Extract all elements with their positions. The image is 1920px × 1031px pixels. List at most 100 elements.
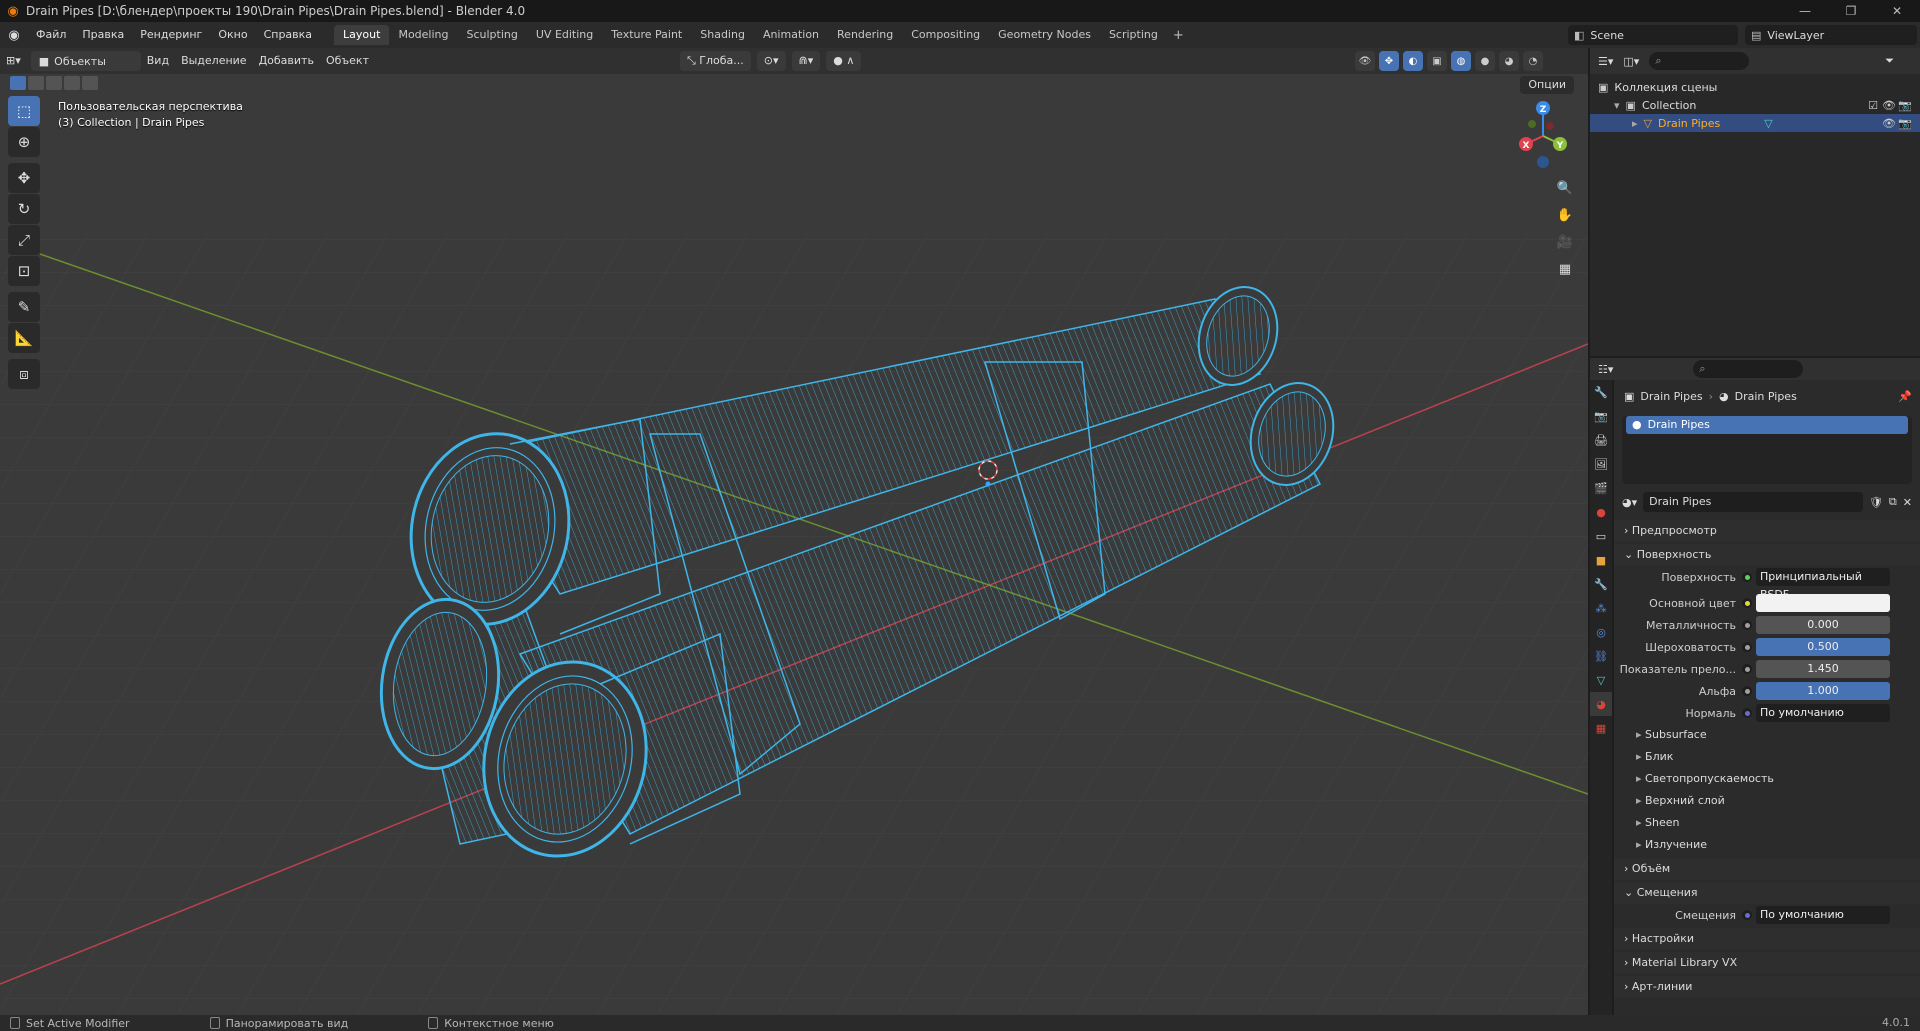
menu-object[interactable]: Объект	[320, 51, 375, 71]
tab-compositing[interactable]: Compositing	[902, 25, 989, 45]
pin-icon[interactable]: 📌	[1898, 390, 1912, 403]
tab-texture-paint[interactable]: Texture Paint	[602, 25, 691, 45]
socket-icon[interactable]	[1742, 708, 1752, 718]
select-invert-icon[interactable]	[64, 76, 80, 90]
outliner-object-drain-pipes[interactable]: ▸ ▽ Drain Pipes ▽ 👁 📷	[1590, 114, 1920, 132]
close-icon[interactable]: ✕	[1874, 0, 1920, 22]
select-new-icon[interactable]	[10, 76, 26, 90]
pan-hand-icon[interactable]: ✋	[1553, 203, 1577, 227]
material-shading-icon[interactable]: ◕	[1499, 51, 1519, 71]
render-camera-icon[interactable]: 📷	[1898, 99, 1912, 112]
material-slot[interactable]: ● Drain Pipes	[1626, 416, 1908, 434]
menu-edit[interactable]: Правка	[74, 22, 132, 48]
prop-value[interactable]: По умолчанию	[1756, 704, 1890, 722]
zoom-icon[interactable]: 🔍	[1553, 176, 1577, 200]
select-extend-icon[interactable]	[28, 76, 44, 90]
transform-icon[interactable]: ⊡	[8, 256, 40, 286]
object-tab-icon[interactable]: ■	[1590, 548, 1612, 572]
properties-editor-icon[interactable]: ☷▾	[1598, 363, 1613, 376]
panel-lineart[interactable]: › Арт-линии	[1614, 976, 1920, 998]
panel-settings[interactable]: › Настройки	[1614, 928, 1920, 950]
eye-icon[interactable]: 👁	[1882, 99, 1896, 112]
world-tab-icon[interactable]: ●	[1590, 500, 1612, 524]
modifier-tab-icon[interactable]: 🔧	[1590, 572, 1612, 596]
select-subtract-icon[interactable]	[46, 76, 62, 90]
menu-help[interactable]: Справка	[256, 22, 320, 48]
socket-icon[interactable]	[1742, 642, 1752, 652]
menu-add[interactable]: Добавить	[253, 51, 320, 71]
subpanel-item[interactable]: Светопропускаемость	[1614, 768, 1920, 790]
outliner-collection[interactable]: ▾ ▣ Collection ☑ 👁 📷	[1590, 96, 1920, 114]
displacement-value[interactable]: По умолчанию	[1756, 906, 1890, 924]
prop-value[interactable]: 1.450	[1756, 660, 1890, 678]
duplicate-icon[interactable]: ⧉	[1889, 495, 1897, 509]
overlay-toggle-icon[interactable]: ◐	[1403, 51, 1423, 71]
tab-animation[interactable]: Animation	[754, 25, 828, 45]
subpanel-item[interactable]: Subsurface	[1614, 724, 1920, 746]
prop-value[interactable]: 0.000	[1756, 616, 1890, 634]
blender-menu-icon[interactable]: ◉	[0, 28, 28, 43]
filter-icon[interactable]: ⏷	[1885, 54, 1894, 68]
fake-user-icon[interactable]: 🛡	[1869, 496, 1883, 509]
material-slot-list[interactable]: ● Drain Pipes	[1622, 416, 1912, 484]
physics-tab-icon[interactable]: ◎	[1590, 620, 1612, 644]
scene-tab-icon[interactable]: 🎬	[1590, 476, 1612, 500]
tab-scripting[interactable]: Scripting	[1100, 25, 1167, 45]
tab-uv-editing[interactable]: UV Editing	[527, 25, 602, 45]
subpanel-item[interactable]: Излучение	[1614, 834, 1920, 856]
prop-value[interactable]	[1756, 594, 1890, 612]
scene-selector[interactable]: ◧ Scene	[1568, 25, 1738, 45]
socket-icon[interactable]	[1742, 598, 1752, 608]
subpanel-item[interactable]: Sheen	[1614, 812, 1920, 834]
data-tab-icon[interactable]: ▽	[1590, 668, 1612, 692]
menu-file[interactable]: Файл	[28, 22, 74, 48]
wireframe-shading-icon[interactable]: ◍	[1451, 51, 1471, 71]
xray-icon[interactable]: ▣	[1427, 51, 1447, 71]
tab-sculpting[interactable]: Sculpting	[458, 25, 527, 45]
menu-select[interactable]: Выделение	[175, 51, 253, 71]
snap-icon[interactable]: ⋒▾	[791, 51, 821, 71]
expand-arrow-icon[interactable]: ▸	[1632, 117, 1638, 130]
navigation-gizmo[interactable]: Z Y X	[1508, 96, 1578, 176]
socket-icon[interactable]	[1742, 910, 1752, 920]
minimize-icon[interactable]: —	[1782, 0, 1828, 22]
collection-tab-icon[interactable]: ▭	[1590, 524, 1612, 548]
socket-icon[interactable]	[1742, 572, 1752, 582]
interaction-mode-select[interactable]: ■ Объекты	[30, 51, 141, 71]
panel-material-library[interactable]: › Material Library VX	[1614, 952, 1920, 974]
menu-window[interactable]: Окно	[210, 22, 255, 48]
expand-arrow-icon[interactable]: ▾	[1614, 99, 1620, 112]
unlink-icon[interactable]: ✕	[1903, 496, 1912, 509]
gizmo-toggle-icon[interactable]: ✥	[1379, 51, 1399, 71]
proportional-icon[interactable]: ● ∧	[826, 51, 862, 71]
select-box-icon[interactable]: ⬚	[8, 96, 40, 126]
add-cube-icon[interactable]: ⧈	[8, 359, 40, 389]
socket-icon[interactable]	[1742, 686, 1752, 696]
tool-tab-icon[interactable]: 🔧	[1590, 380, 1612, 404]
menu-render[interactable]: Рендеринг	[132, 22, 210, 48]
orientation-select[interactable]: ⤡ Глоба...	[680, 51, 751, 71]
prop-value[interactable]: 1.000	[1756, 682, 1890, 700]
outliner-search-input[interactable]: ⌕	[1649, 52, 1750, 70]
move-icon[interactable]: ✥	[8, 163, 40, 193]
prop-value[interactable]: Принципиальный BSDF	[1756, 568, 1890, 601]
material-tab-icon[interactable]: ◕	[1590, 692, 1612, 716]
texture-tab-icon[interactable]: ▦	[1590, 716, 1612, 740]
visibility-icon[interactable]: 👁	[1355, 51, 1375, 71]
menu-view[interactable]: Вид	[141, 51, 175, 71]
properties-search-input[interactable]: ⌕	[1693, 360, 1804, 378]
cursor-icon[interactable]: ⊕	[8, 127, 40, 157]
constraints-tab-icon[interactable]: ⛓	[1590, 644, 1612, 668]
solid-shading-icon[interactable]: ●	[1475, 51, 1495, 71]
camera-icon[interactable]: 🎥	[1553, 230, 1577, 254]
pivot-icon[interactable]: ⊙▾	[756, 51, 786, 71]
output-tab-icon[interactable]: 🖨	[1590, 428, 1612, 452]
socket-icon[interactable]	[1742, 664, 1752, 674]
panel-displacement[interactable]: ⌄ Смещения	[1614, 882, 1920, 904]
maximize-icon[interactable]: ❐	[1828, 0, 1874, 22]
view-layer-tab-icon[interactable]: 🖼	[1590, 452, 1612, 476]
editor-type-icon[interactable]: ⊞▾	[0, 51, 27, 71]
outliner-scene-collection[interactable]: ▣ Коллекция сцены	[1590, 78, 1920, 96]
tab-rendering[interactable]: Rendering	[828, 25, 902, 45]
options-button[interactable]: Опции	[1520, 76, 1574, 94]
